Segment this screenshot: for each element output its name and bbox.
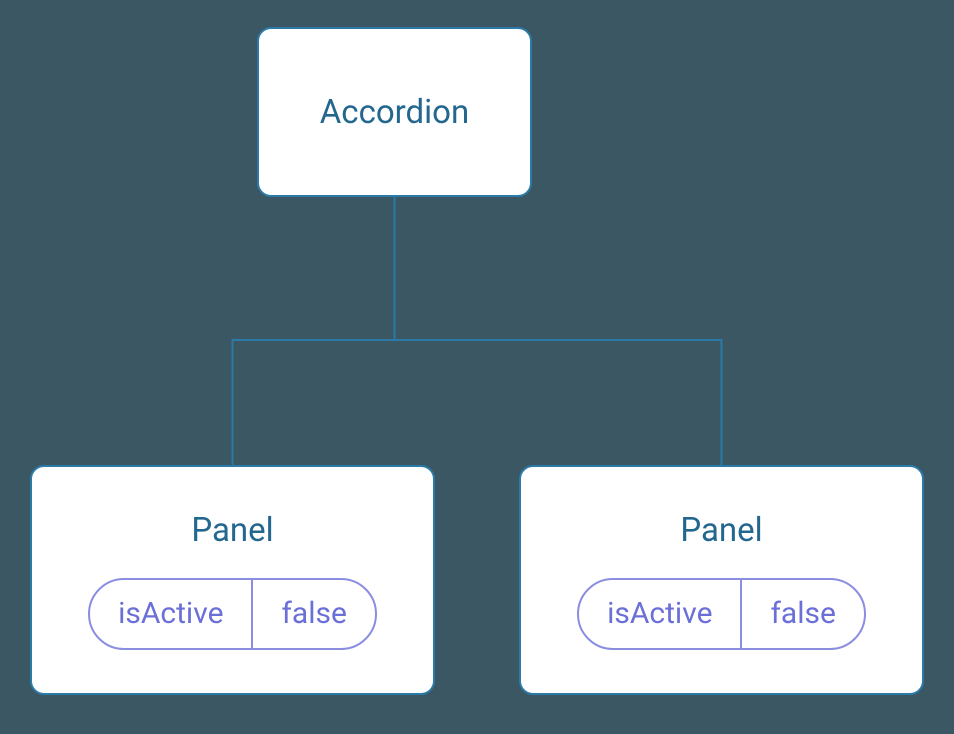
prop-value: false	[253, 580, 374, 648]
root-node: Accordion	[257, 27, 532, 197]
prop-value: false	[742, 580, 863, 648]
panel-title: Panel	[680, 511, 762, 550]
panel-title: Panel	[191, 511, 273, 550]
prop-name: isActive	[579, 580, 742, 648]
panel-node-right: Panel isActive false	[519, 465, 924, 695]
prop-pill: isActive false	[577, 578, 866, 650]
panel-node-left: Panel isActive false	[30, 465, 435, 695]
root-title: Accordion	[320, 93, 469, 132]
prop-pill: isActive false	[88, 578, 377, 650]
prop-name: isActive	[90, 580, 253, 648]
